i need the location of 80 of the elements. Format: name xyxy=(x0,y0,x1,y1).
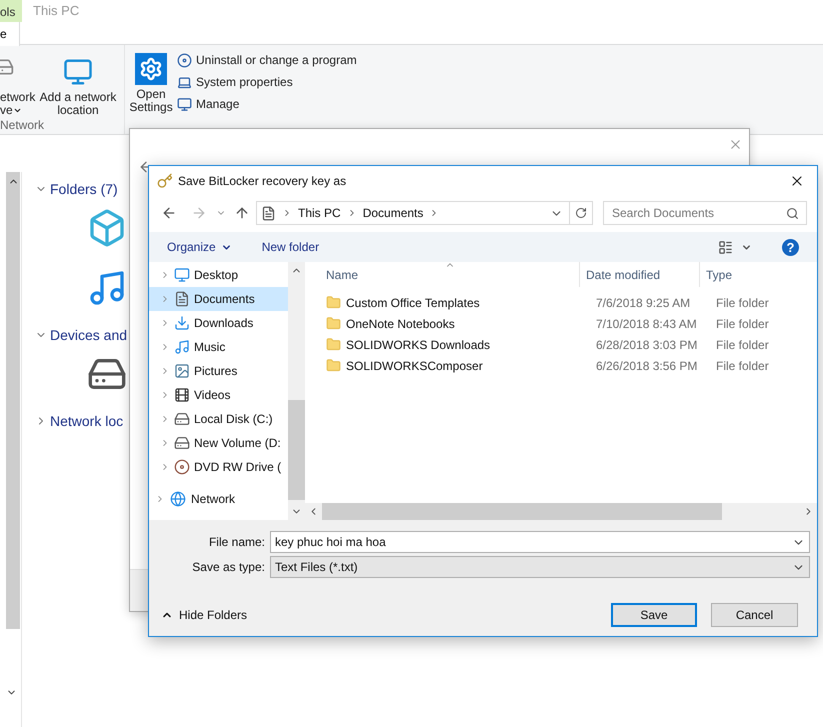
scrollbar-thumb[interactable] xyxy=(322,503,722,520)
breadcrumb-item[interactable]: This PC xyxy=(298,204,341,222)
scrollbar-thumb[interactable] xyxy=(288,400,305,500)
save-button[interactable]: Save xyxy=(611,603,697,627)
file-type: File folder xyxy=(715,336,769,354)
section-heading: Network loc xyxy=(50,412,124,430)
file-date: 6/26/2018 3:56 PM xyxy=(595,358,698,374)
file-name[interactable]: Custom Office Templates xyxy=(341,294,590,312)
drive-icon xyxy=(174,435,190,451)
folder-icon xyxy=(326,337,341,352)
tree-item[interactable]: New Volume (D: xyxy=(149,431,288,455)
window-title: This PC xyxy=(33,2,80,20)
document-icon xyxy=(261,206,276,220)
ribbon-tab[interactable]: e xyxy=(0,22,20,46)
tree-item[interactable]: Pictures xyxy=(149,359,288,383)
new-folder-button[interactable]: New folder xyxy=(262,238,320,256)
file-date: 7/6/2018 9:25 AM xyxy=(595,294,692,312)
file-type: File folder xyxy=(715,358,769,374)
map-drive-button[interactable]: etwork ve xyxy=(0,45,38,118)
field-label: Save as type: xyxy=(191,559,266,576)
view-list-icon[interactable] xyxy=(718,240,733,254)
cancel-button[interactable]: Cancel xyxy=(711,603,798,627)
file-type-dropdown[interactable]: Text Files (*.txt) xyxy=(270,556,810,578)
file-name[interactable]: SOLIDWORKSComposer xyxy=(341,356,590,374)
film-icon xyxy=(174,387,190,403)
caret-icon xyxy=(12,106,22,115)
folder-icon xyxy=(326,316,341,331)
tree-item[interactable]: Network xyxy=(149,487,288,511)
section-heading: Folders (7) xyxy=(50,180,118,199)
monitor-icon xyxy=(177,96,192,112)
file-date: 7/10/2018 8:43 AM xyxy=(595,316,698,332)
ribbon-command[interactable]: System properties xyxy=(177,74,357,90)
column-header[interactable]: Type xyxy=(700,262,732,287)
search-field[interactable]: Search Documents xyxy=(603,201,807,225)
tree-item[interactable]: DVD RW Drive ( xyxy=(149,455,288,479)
ribbon-command[interactable]: Manage xyxy=(177,96,357,112)
column-header[interactable]: Name xyxy=(305,262,580,287)
group-label: Network xyxy=(0,118,46,134)
address-bar[interactable]: This PC Documents xyxy=(256,201,593,225)
field-label: File name: xyxy=(208,534,266,551)
column-header[interactable]: Date modified xyxy=(580,262,700,287)
file-date: 6/28/2018 3:03 PM xyxy=(595,336,698,354)
file-type: File folder xyxy=(715,316,769,332)
file-name[interactable]: OneNote Notebooks xyxy=(341,314,590,332)
globe-icon xyxy=(170,491,186,507)
tree-item[interactable]: Documents xyxy=(149,287,288,311)
download-icon xyxy=(174,315,190,331)
refresh-icon[interactable] xyxy=(575,207,587,219)
ribbon-command[interactable]: Uninstall or change a program xyxy=(177,52,357,68)
ribbon-tab[interactable]: ols xyxy=(0,0,22,22)
music-note-icon xyxy=(174,339,190,355)
file-type: File folder xyxy=(715,294,769,312)
picture-icon xyxy=(174,363,190,379)
tree-item[interactable]: Music xyxy=(149,335,288,359)
key-icon xyxy=(157,173,173,189)
breadcrumb-item[interactable]: Documents xyxy=(362,204,424,222)
file-name[interactable]: SOLIDWORKS Downloads xyxy=(341,336,590,354)
add-network-location-button[interactable]: Add a network location xyxy=(38,45,118,118)
tree-item[interactable]: Local Disk (C:) xyxy=(149,407,288,431)
disc-icon xyxy=(177,52,192,68)
file-name-field[interactable]: key phuc hoi ma hoa xyxy=(270,531,810,553)
tree-item[interactable]: Downloads xyxy=(149,311,288,335)
disc-icon xyxy=(174,459,190,475)
hide-folders-button[interactable]: Hide Folders xyxy=(161,606,248,624)
monitor-icon xyxy=(174,267,190,283)
dialog-title: Save BitLocker recovery key as xyxy=(178,173,346,190)
section-heading: Devices and xyxy=(50,326,128,344)
laptop-icon xyxy=(177,74,192,90)
organize-button[interactable]: Organize xyxy=(167,238,232,256)
drive-icon xyxy=(174,411,190,427)
help-button[interactable]: ? xyxy=(782,238,799,256)
tree-item[interactable]: Videos xyxy=(149,383,288,407)
gear-icon xyxy=(135,53,167,85)
folder-icon xyxy=(326,358,341,373)
drive-icon xyxy=(0,57,14,77)
folder-icon xyxy=(326,295,341,310)
monitor-icon xyxy=(63,57,93,87)
tree-item[interactable]: Desktop xyxy=(149,263,288,287)
document-icon xyxy=(174,291,190,307)
search-icon[interactable] xyxy=(786,207,799,220)
